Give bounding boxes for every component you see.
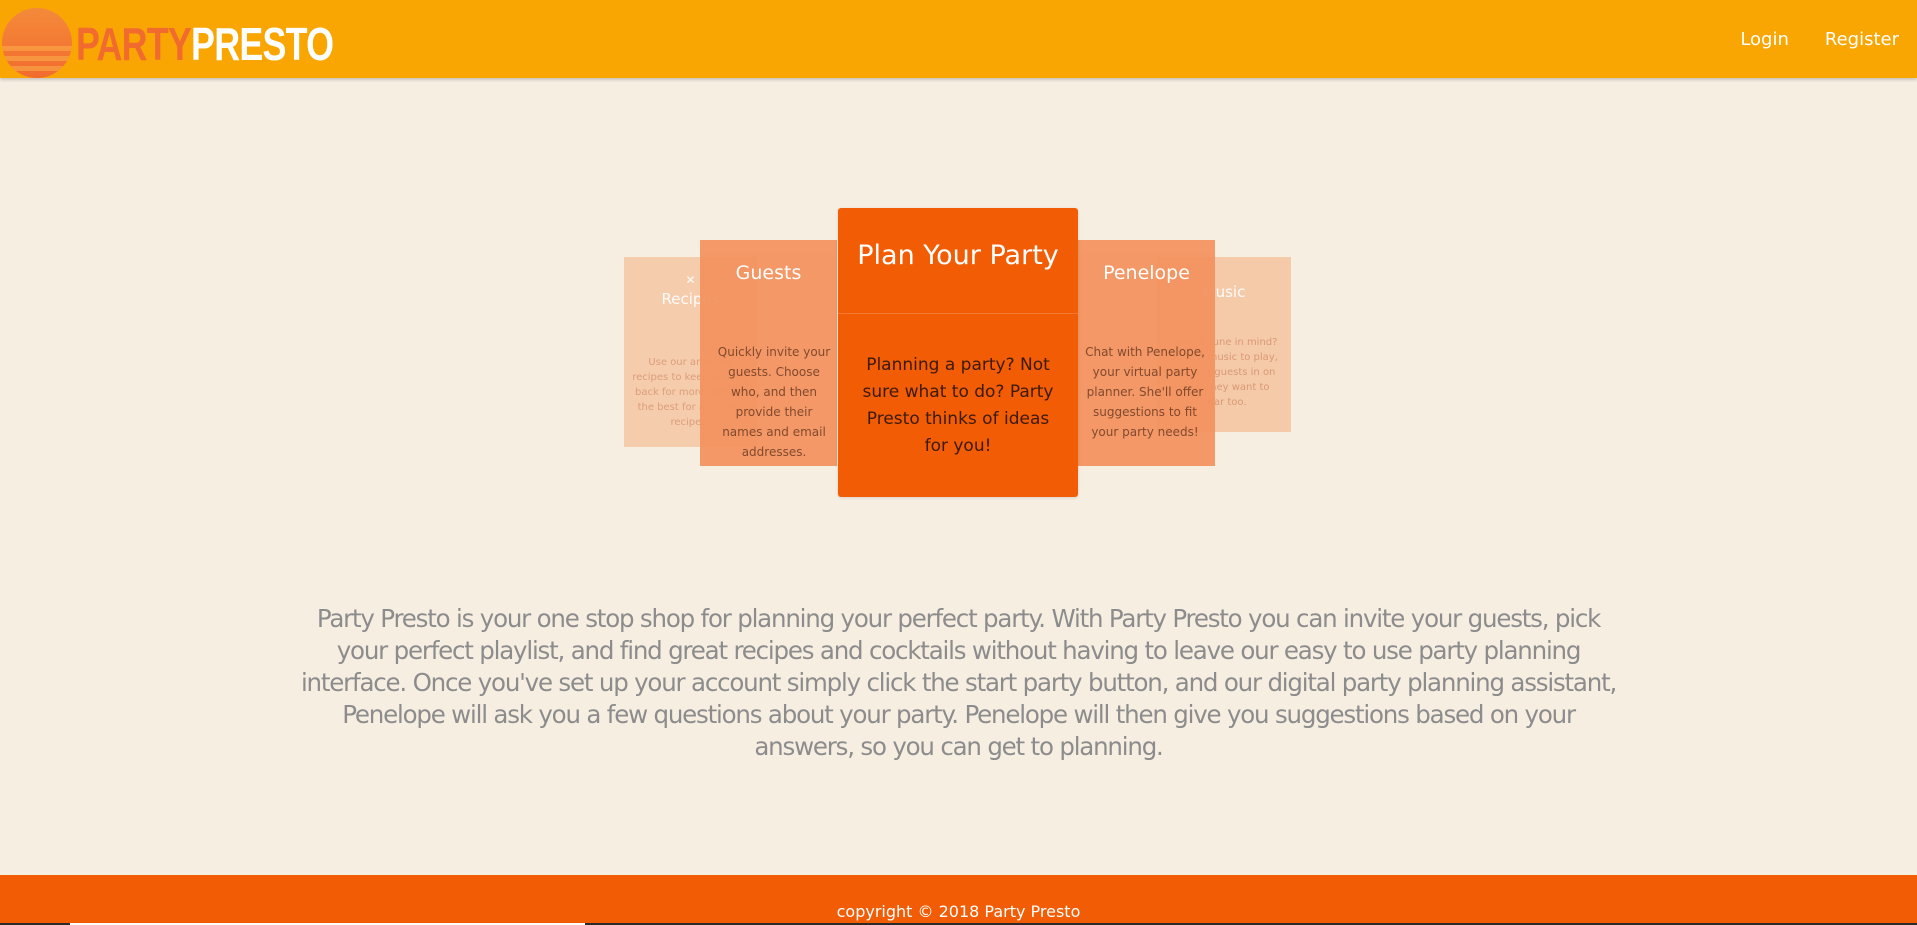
logo-presto-text: PRESTO: [191, 18, 334, 70]
logo-party-text: PARTY: [76, 18, 192, 70]
card-description: Quickly invite your guests. Choose who, …: [717, 345, 831, 459]
card-guests[interactable]: Guests Quickly invite your guests. Choos…: [700, 240, 837, 466]
about-text: Party Presto is your one stop shop for p…: [300, 604, 1617, 761]
card-description: Planning a party? Not sure what to do? P…: [862, 355, 1054, 456]
sunset-logo-icon: [2, 8, 72, 78]
card-title: Plan Your Party: [857, 240, 1059, 271]
feature-carousel: ✕ Recipes Use our amazing recipes to kee…: [0, 200, 1917, 510]
card-penelope[interactable]: Penelope Chat with Penelope, your virtua…: [1078, 240, 1215, 466]
register-link[interactable]: Register: [1825, 29, 1899, 50]
card-plan-your-party[interactable]: Plan Your Party Planning a party? Not su…: [838, 208, 1078, 497]
card-title: Penelope: [1103, 262, 1190, 284]
footer: copyright © 2018 Party Presto: [0, 875, 1917, 925]
nav-links: Login Register: [1740, 0, 1899, 78]
card-title: Guests: [735, 262, 802, 284]
party-presto-logo[interactable]: PARTYPRESTO: [2, 6, 334, 78]
logo-wordmark: PARTYPRESTO: [76, 16, 334, 72]
top-navbar: PARTYPRESTO Login Register: [0, 0, 1917, 78]
copyright-text: copyright © 2018 Party Presto: [836, 902, 1081, 921]
card-description: Chat with Penelope, your virtual party p…: [1085, 345, 1205, 439]
card-divider: [838, 313, 1078, 314]
login-link[interactable]: Login: [1740, 29, 1789, 50]
